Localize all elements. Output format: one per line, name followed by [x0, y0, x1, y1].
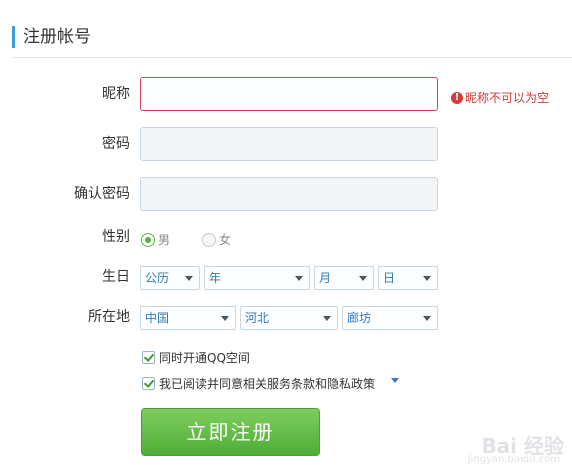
baidu-watermark: Bai 经验 jingyan.baidu.com	[468, 430, 564, 465]
chevron-down-icon	[423, 276, 431, 281]
terms-dropdown-chevron-icon[interactable]	[391, 378, 399, 383]
nickname-label: 昵称	[102, 86, 130, 102]
nickname-input[interactable]	[140, 77, 438, 111]
gender-male-label: 男	[158, 233, 171, 247]
nickname-error-text: 昵称不可以为空	[465, 91, 550, 105]
qq-space-checkbox[interactable]: 同时开通QQ空间	[142, 347, 250, 365]
confirm-password-label: 确认密码	[74, 186, 130, 202]
gender-female-radio[interactable]: 女	[202, 229, 232, 247]
page-title: 注册帐号	[23, 27, 91, 47]
month-value: 月	[319, 271, 332, 285]
agree-terms-label: 我已阅读并同意相关服务条款和隐私政策	[159, 377, 376, 391]
password-label: 密码	[102, 136, 130, 152]
calendar-value: 公历	[145, 271, 170, 285]
watermark-url: jingyan.baidu.com	[467, 454, 560, 465]
chevron-down-icon	[423, 316, 431, 321]
nickname-error: ! 昵称不可以为空	[451, 87, 550, 105]
qq-space-label: 同时开通QQ空间	[159, 351, 250, 365]
chevron-down-icon	[323, 316, 331, 321]
register-button[interactable]: 立即注册	[141, 408, 320, 456]
calendar-select[interactable]: 公历	[140, 266, 200, 290]
agree-terms-checkbox[interactable]: 我已阅读并同意相关服务条款和隐私政策	[142, 373, 376, 391]
gender-female-label: 女	[219, 233, 232, 247]
month-select[interactable]: 月	[314, 266, 374, 290]
gender-male-radio[interactable]: 男	[141, 229, 171, 247]
city-value: 廊坊	[347, 311, 372, 325]
country-value: 中国	[145, 311, 170, 325]
error-icon: !	[451, 91, 463, 104]
province-value: 河北	[245, 311, 270, 325]
header-accent-bar	[12, 26, 15, 48]
city-select[interactable]: 廊坊	[342, 306, 438, 330]
country-select[interactable]: 中国	[140, 306, 236, 330]
chevron-down-icon	[295, 276, 303, 281]
province-select[interactable]: 河北	[240, 306, 338, 330]
chevron-down-icon	[221, 316, 229, 321]
day-value: 日	[383, 271, 396, 285]
location-label: 所在地	[88, 309, 130, 325]
page-header: 注册帐号	[12, 24, 572, 50]
checkbox-checked-icon	[142, 377, 155, 390]
chevron-down-icon	[359, 276, 367, 281]
year-value: 年	[209, 271, 222, 285]
header-divider	[12, 57, 572, 58]
password-input[interactable]	[140, 127, 438, 161]
year-select[interactable]: 年	[204, 266, 310, 290]
checkbox-checked-icon	[142, 351, 155, 364]
gender-label: 性别	[102, 229, 130, 245]
day-select[interactable]: 日	[378, 266, 438, 290]
chevron-down-icon	[185, 276, 193, 281]
birthday-label: 生日	[102, 269, 130, 285]
radio-checked-icon	[141, 232, 155, 247]
radio-unchecked-icon	[202, 232, 216, 247]
confirm-password-input[interactable]	[140, 177, 438, 211]
